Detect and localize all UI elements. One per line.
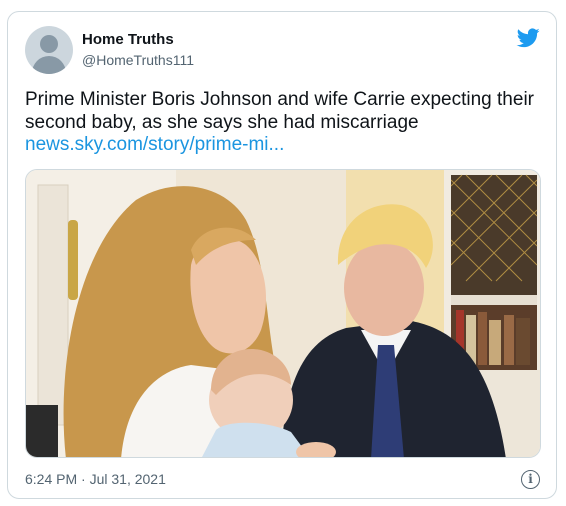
tweet-link[interactable]: news.sky.com/story/prime-mi... xyxy=(25,134,284,156)
author-name[interactable]: Home Truths xyxy=(82,31,174,48)
tweet-card[interactable]: Home Truths @HomeTruths111 Prime Ministe… xyxy=(7,11,557,499)
avatar-head-shape xyxy=(40,35,58,53)
tweet-timestamp[interactable]: 6:24 PM · Jul 31, 2021 xyxy=(25,471,166,487)
tweet-photo[interactable] xyxy=(25,169,541,458)
author-handle[interactable]: @HomeTruths111 xyxy=(82,52,194,68)
tweet-text: Prime Minister Boris Johnson and wife Ca… xyxy=(25,89,534,133)
info-icon[interactable]: i xyxy=(521,470,540,489)
avatar-body-shape xyxy=(32,56,66,74)
photo-illustration xyxy=(26,170,540,457)
avatar[interactable] xyxy=(25,26,73,74)
twitter-bird-icon[interactable] xyxy=(516,26,540,50)
